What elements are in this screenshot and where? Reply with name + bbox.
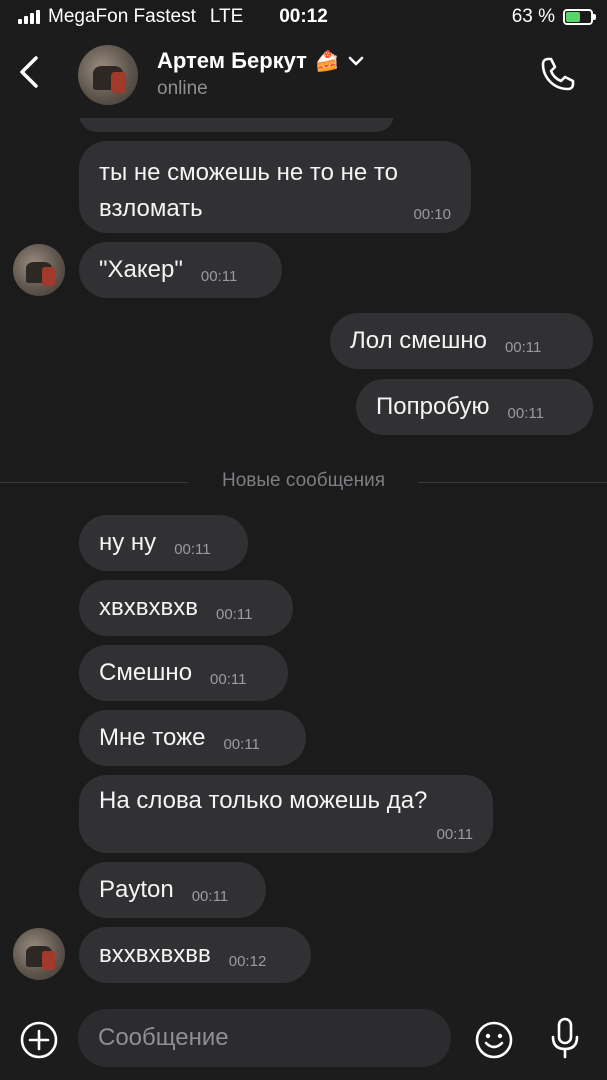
message-text: Смешно <box>99 659 193 686</box>
message-bubble[interactable]: Мне тоже 00:11 <box>79 710 306 766</box>
message-time: 00:11 <box>436 826 473 843</box>
message-time: 00:12 <box>228 952 267 970</box>
message-bubble[interactable]: На слова только можешь да? 00:11 <box>79 775 493 853</box>
chat-header: Артем Беркут 🍰 online <box>0 36 607 118</box>
microphone-icon[interactable] <box>548 1016 582 1060</box>
emoji-icon[interactable] <box>474 1020 514 1060</box>
message-text: ты не сможешь не то не то взломать <box>99 159 398 222</box>
message-text: "Хакер" <box>99 256 183 283</box>
contact-name: Артем Беркут <box>157 48 307 73</box>
sender-avatar[interactable] <box>13 928 65 980</box>
message-bubble[interactable]: "Хакер" 00:11 <box>79 242 282 298</box>
message-text: Лол смешно <box>350 327 487 354</box>
message-text: вххвхвхвв <box>99 941 211 968</box>
contact-name-row[interactable]: Артем Беркут 🍰 <box>157 48 364 74</box>
status-bar: MegaFon Fastest LTE 00:12 63 % <box>0 0 607 36</box>
message-input[interactable]: Сообщение <box>78 1009 451 1067</box>
cake-emoji: 🍰 <box>314 50 340 73</box>
message-text: Попробую <box>376 393 490 420</box>
message-time: 00:11 <box>507 404 544 422</box>
message-text: хвхвхвхв <box>99 594 198 621</box>
message-time: 00:11 <box>174 540 211 558</box>
message-time: 00:11 <box>504 338 542 356</box>
message-bubble[interactable]: Попробую 00:11 <box>356 379 593 435</box>
message-time: 00:11 <box>191 887 229 905</box>
contact-avatar[interactable] <box>78 45 138 105</box>
message-text: На слова только можешь да? <box>99 787 428 814</box>
message-time: 00:11 <box>200 267 238 285</box>
message-bubble[interactable]: Payton 00:11 <box>79 862 266 918</box>
battery-percent: 63 % <box>511 6 555 27</box>
battery-icon <box>563 9 596 25</box>
chevron-down-icon[interactable] <box>348 55 364 67</box>
message-time: 00:11 <box>210 670 247 688</box>
message-bubble[interactable]: ну ну 00:11 <box>79 515 248 571</box>
new-messages-label: Новые сообщения <box>222 470 385 491</box>
phone-icon[interactable] <box>538 54 578 94</box>
message-bubble[interactable]: Смешно 00:11 <box>79 645 288 701</box>
message-time: 00:11 <box>216 605 253 623</box>
message-text: ну ну <box>99 529 157 556</box>
message-bubble[interactable]: ты не сможешь не то не то взломать 00:10 <box>79 141 471 233</box>
sender-avatar[interactable] <box>13 244 65 296</box>
message-time: 00:10 <box>413 206 451 223</box>
message-bubble[interactable]: хвхвхвхв 00:11 <box>79 580 293 636</box>
contact-status: online <box>157 78 208 99</box>
message-bubble[interactable]: Лол смешно 00:11 <box>330 313 593 369</box>
message-time: 00:11 <box>223 735 260 753</box>
chevron-left-icon[interactable] <box>14 52 46 92</box>
plus-circle-icon[interactable] <box>19 1020 59 1060</box>
message-text: Мне тоже <box>99 724 206 751</box>
message-text: Payton <box>99 876 174 903</box>
message-composer: Сообщение <box>0 996 607 1080</box>
message-bubble[interactable]: вххвхвхвв 00:12 <box>79 927 311 983</box>
new-messages-divider: Новые сообщения <box>0 470 607 494</box>
